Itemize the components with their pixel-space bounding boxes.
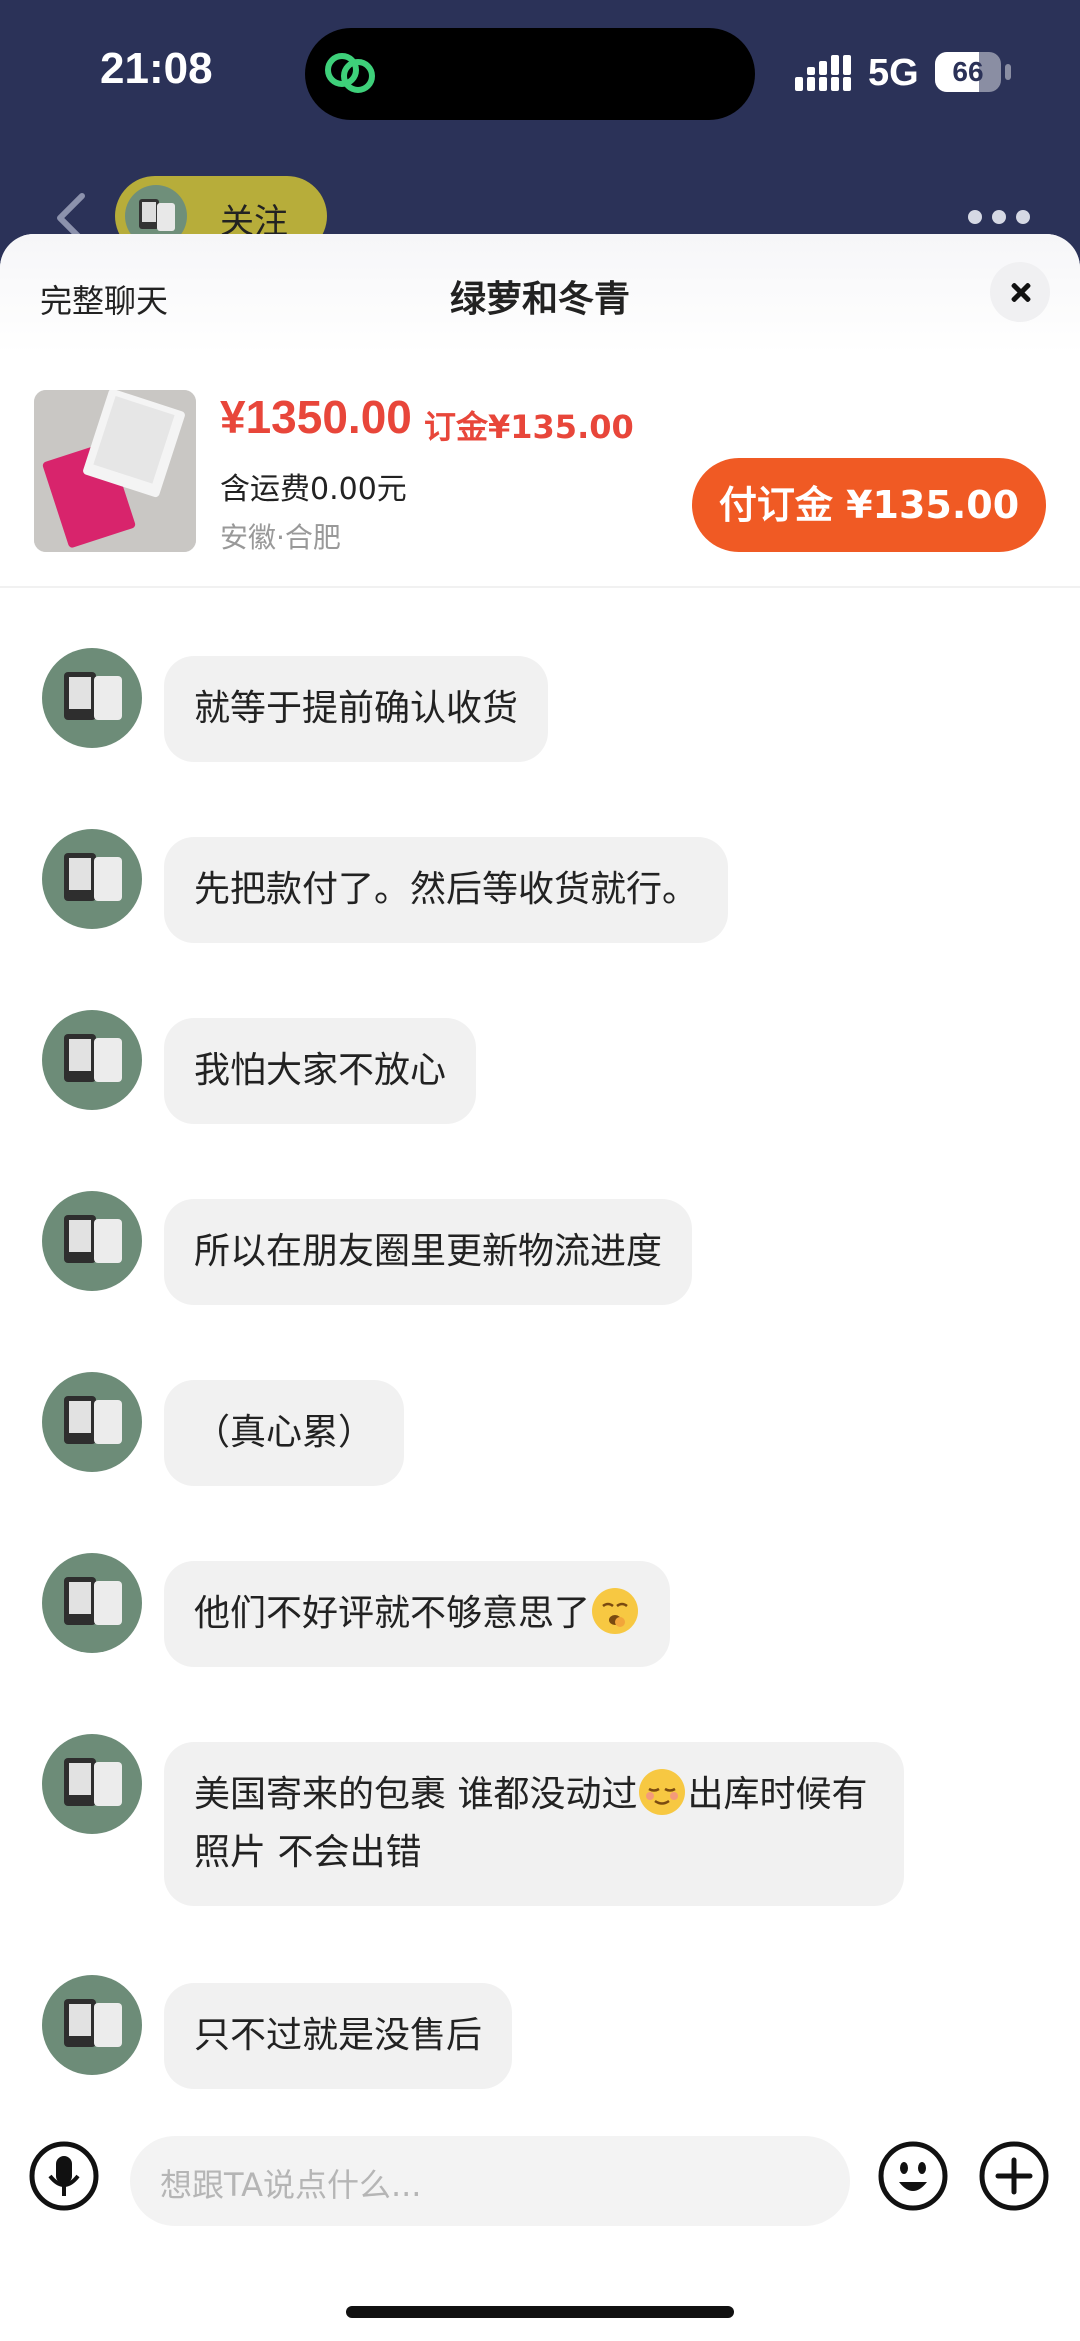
close-icon[interactable] [990,262,1050,322]
product-price: ¥1350.00 [220,391,412,443]
shipping-info: 含运费0.00元 [220,472,407,507]
cellular-signal-icon [795,55,851,91]
deposit-amount: 订金¥135.00 [424,408,634,446]
avatar[interactable] [42,1010,142,1110]
network-type: 5G [868,52,919,94]
message-text: 美国寄来的包裹 谁都没动过 [194,1774,638,1815]
message-bubble[interactable]: 先把款付了。然后等收货就行。 [164,837,729,943]
message-text: 他们不好评就不够意思了 [194,1593,591,1634]
sheet-title: 绿萝和冬青 [449,279,630,320]
avatar[interactable] [42,1372,142,1472]
message-bubble[interactable]: 他们不好评就不够意思了 [164,1561,671,1667]
input-placeholder: 想跟TA说点什么... [160,2166,422,2204]
microphone-icon[interactable] [28,2140,100,2212]
yawning-face-icon [592,1588,639,1634]
avatar[interactable] [42,1975,142,2075]
battery-level: 66 [952,56,984,87]
chat-sheet: 完整聊天 绿萝和冬青 ¥1350.00 订金¥135.00 含运费0.00元 安… [0,234,1080,2341]
avatar[interactable] [42,648,142,748]
home-indicator [346,2306,734,2318]
avatar[interactable] [42,1553,142,1653]
battery-icon: 66 [935,52,1015,92]
product-location: 安徽·合肥 [220,521,341,554]
avatar[interactable] [42,1191,142,1291]
status-time: 21:08 [100,44,213,93]
message-bubble[interactable]: （真心累） [164,1380,405,1486]
message-bubble[interactable]: 所以在朋友圈里更新物流进度 [164,1199,693,1305]
pay-deposit-button[interactable]: 付订金 ¥135.00 [692,458,1046,552]
message-input[interactable]: 想跟TA说点什么... [130,2136,850,2226]
link-rings-icon [325,53,375,93]
add-icon[interactable] [978,2140,1050,2212]
message-bubble[interactable]: 只不过就是没售后 [164,1983,513,2089]
status-bar: 21:08 5G 66 [0,0,1080,150]
message-bubble[interactable]: 美国寄来的包裹 谁都没动过 出库时候有照片 不会出错 [164,1742,904,1906]
avatar[interactable] [42,829,142,929]
emoji-icon[interactable] [877,2140,949,2212]
relieved-face-icon [639,1769,686,1815]
product-thumbnail[interactable] [34,390,196,552]
message-bubble[interactable]: 就等于提前确认收货 [164,656,549,762]
divider [0,586,1080,588]
avatar[interactable] [42,1734,142,1834]
message-bubble[interactable]: 我怕大家不放心 [164,1018,477,1124]
more-options-icon[interactable] [968,210,1032,226]
